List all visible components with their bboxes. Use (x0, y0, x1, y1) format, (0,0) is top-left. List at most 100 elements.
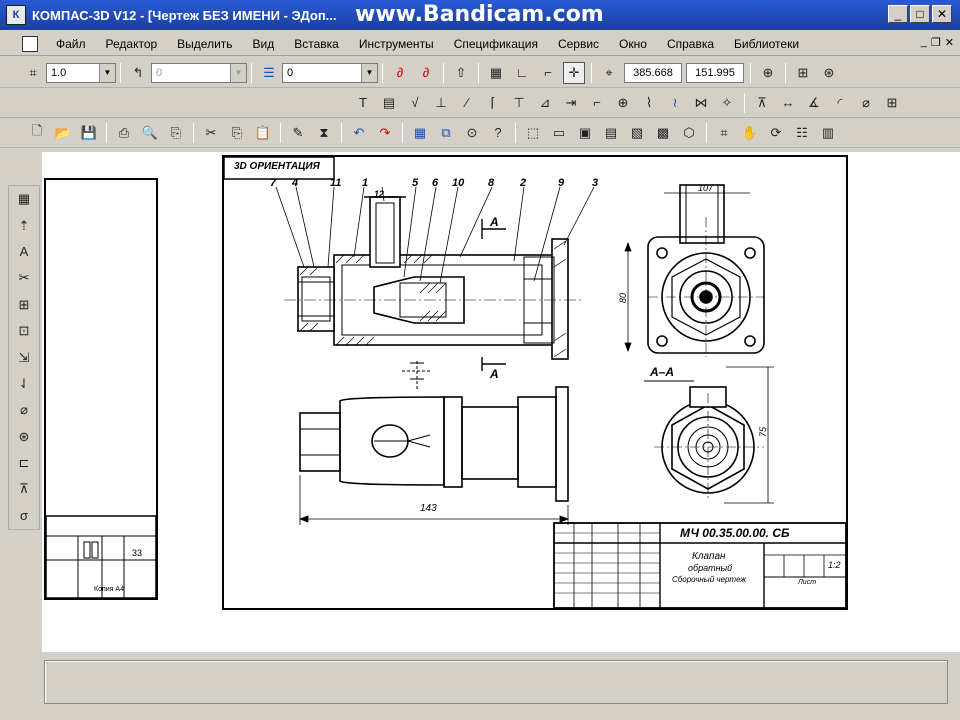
section-line-icon[interactable]: ⌐ (586, 92, 608, 114)
insert-icon[interactable]: ⊏ (13, 453, 35, 473)
color-icon[interactable]: ∂ (415, 62, 437, 84)
print-icon[interactable]: ⎙ (113, 122, 135, 144)
zoom-in-icon[interactable]: ⊕ (757, 62, 779, 84)
menu-service[interactable]: Сервис (548, 37, 609, 51)
mark-icon[interactable]: ⊤ (508, 92, 530, 114)
spec-icon[interactable]: ▤ (600, 122, 622, 144)
open-file-icon[interactable]: 📂 (52, 122, 74, 144)
view-arrow-icon[interactable]: ⇥ (560, 92, 582, 114)
layer-icon[interactable]: ☰ (258, 62, 280, 84)
paste-icon[interactable]: 📋 (252, 122, 274, 144)
minimize-button[interactable]: _ (888, 5, 908, 23)
regenerate-icon[interactable]: ⟳ (765, 122, 787, 144)
auxiliary-icon[interactable]: σ (13, 506, 35, 526)
sheet-icon[interactable]: ▭ (548, 122, 570, 144)
assoc-view-icon[interactable]: ▩ (652, 122, 674, 144)
doc-restore-button[interactable]: ❐ (931, 36, 941, 49)
radius-dim-icon[interactable]: ◜ (829, 92, 851, 114)
edit-icon[interactable]: ✂ (13, 268, 35, 288)
parametric-icon[interactable]: ⊞ (13, 295, 35, 315)
chevron-down-icon[interactable]: ▼ (99, 63, 115, 82)
weld-icon[interactable]: ⊼ (751, 92, 773, 114)
manager-icon[interactable]: ⧗ (313, 122, 335, 144)
chevron-down-icon[interactable]: ▼ (361, 63, 377, 82)
help-icon[interactable]: ? (487, 122, 509, 144)
report-icon[interactable]: ▧ (626, 122, 648, 144)
redo-icon[interactable]: ↷ (374, 122, 396, 144)
roughness-icon[interactable]: √ (404, 92, 426, 114)
height-dim-icon[interactable]: ⊞ (881, 92, 903, 114)
wave-line-icon[interactable]: ≀ (664, 92, 686, 114)
model-view-icon[interactable]: ⬡ (678, 122, 700, 144)
zoom-all-icon[interactable]: ⊛ (818, 62, 840, 84)
variables-icon[interactable]: ▦ (409, 122, 431, 144)
axis-line-icon[interactable]: ⌇ (638, 92, 660, 114)
save-icon[interactable]: 💾 (78, 122, 100, 144)
menu-libraries[interactable]: Библиотеки (724, 37, 809, 51)
new-file-icon[interactable]: 🗋 (26, 122, 48, 144)
view-icon[interactable]: ⬚ (522, 122, 544, 144)
preview-icon[interactable]: 🔍 (139, 122, 161, 144)
snap-icon[interactable]: ✛ (563, 61, 585, 84)
menu-file[interactable]: Файл (46, 37, 96, 51)
linear-dim-icon[interactable]: ↔ (777, 92, 799, 114)
spec-panel-icon[interactable]: ⌀ (13, 400, 35, 420)
dimensions-icon[interactable]: ⇡ (13, 215, 35, 235)
reports-icon[interactable]: ⊛ (13, 427, 35, 447)
scale-combo[interactable]: 1.0 ▼ (46, 62, 116, 83)
print-setup-icon[interactable]: ⎘ (165, 122, 187, 144)
leader-icon[interactable]: ∕ (456, 92, 478, 114)
close-button[interactable]: ✕ (932, 5, 952, 23)
coord-x-field[interactable]: 385.668 (624, 62, 682, 83)
pan-icon[interactable]: ✋ (739, 122, 761, 144)
parametrization-icon[interactable]: ⊙ (461, 122, 483, 144)
sheet-layout-icon[interactable]: ▥ (817, 122, 839, 144)
zoom-window-icon[interactable]: ⊞ (792, 62, 814, 84)
chevron-down-icon[interactable]: ▼ (230, 63, 246, 82)
zoom-frame-icon[interactable]: ⌗ (713, 122, 735, 144)
document-icon[interactable] (22, 35, 38, 52)
diameter-dim-icon[interactable]: ⌀ (855, 92, 877, 114)
select-icon[interactable]: ⇲ (13, 347, 35, 367)
layers-icon[interactable]: ☷ (791, 122, 813, 144)
menu-insert[interactable]: Вставка (284, 37, 349, 51)
grid-icon[interactable]: ▦ (485, 62, 507, 84)
menu-edit[interactable]: Редактор (96, 37, 168, 51)
menu-help[interactable]: Справка (657, 37, 724, 51)
coord-y-field[interactable]: 151.995 (686, 62, 744, 83)
thumbnail-sheet[interactable]: 33 Копия А4 (44, 178, 158, 600)
center-mark-icon[interactable]: ⊕ (612, 92, 634, 114)
snap-grid-icon[interactable]: ⌗ (22, 62, 44, 84)
base-icon[interactable]: ⊥ (430, 92, 452, 114)
menu-window[interactable]: Окно (609, 37, 657, 51)
menu-tools[interactable]: Инструменты (349, 37, 444, 51)
measure-icon[interactable]: ⊡ (13, 321, 35, 341)
text-icon[interactable]: T (352, 92, 374, 114)
tolerance-icon[interactable]: ⊿ (534, 92, 556, 114)
cut-icon[interactable]: ⋈ (690, 92, 712, 114)
cut-icon[interactable]: ✂ (200, 122, 222, 144)
position-leader-icon[interactable]: ⌈ (482, 92, 504, 114)
assoc-views-icon[interactable]: ⇃ (13, 374, 35, 394)
geometry-icon[interactable]: ▦ (13, 189, 35, 209)
properties-icon[interactable]: ✎ (287, 122, 309, 144)
properties-icon[interactable]: ⇧ (450, 62, 472, 84)
macro-icon[interactable]: ⊼ (13, 479, 35, 499)
library-manager-icon[interactable]: ⧉ (435, 122, 457, 144)
line-style-icon[interactable]: ∂ (389, 62, 411, 84)
fragment-icon[interactable]: ▣ (574, 122, 596, 144)
menu-specification[interactable]: Спецификация (444, 37, 548, 51)
local-cs-icon[interactable]: ∟ (511, 62, 533, 84)
copy-icon[interactable]: ⎘ (226, 122, 248, 144)
undo-icon[interactable]: ↶ (348, 122, 370, 144)
table-icon[interactable]: ▤ (378, 92, 400, 114)
drawing-sheet[interactable]: 3D ОРИЕНТАЦИЯ 7 4 11 1 12 5 6 10 8 2 9 3… (222, 155, 848, 610)
layer-combo[interactable]: 0 ▼ (282, 62, 378, 83)
ortho-icon[interactable]: ⌐ (537, 62, 559, 84)
style-combo[interactable]: 0 ▼ (151, 62, 247, 83)
doc-close-button[interactable]: ✕ (945, 36, 954, 49)
hatch-icon[interactable]: ✧ (716, 92, 738, 114)
symbols-icon[interactable]: A (13, 242, 35, 262)
style-icon[interactable]: ↰ (127, 62, 149, 84)
angle-dim-icon[interactable]: ∡ (803, 92, 825, 114)
